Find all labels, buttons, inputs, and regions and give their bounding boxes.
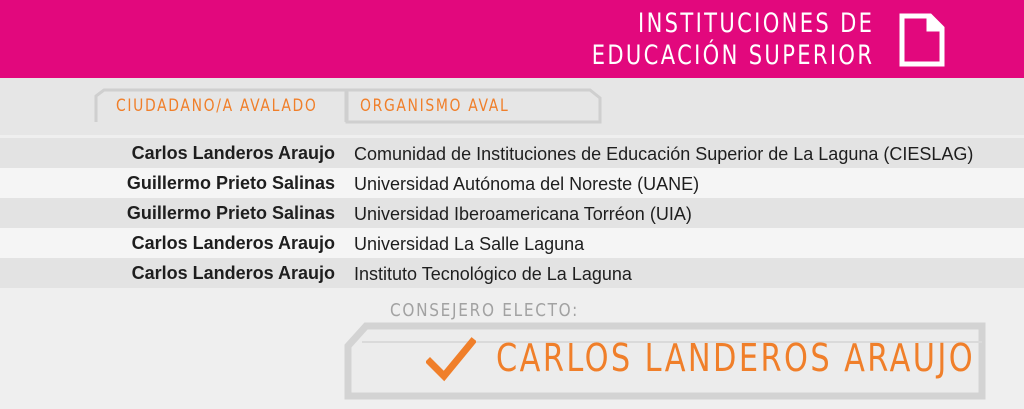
table-row: Guillermo Prieto Salinas Universidad Ibe… bbox=[0, 198, 1024, 228]
column-header-person-label: CIUDADANO/A AVALADO bbox=[116, 96, 318, 116]
elected-name: CARLOS LANDEROS ARAUJO bbox=[496, 336, 976, 380]
header-banner: INSTITUCIONES DE EDUCACIÓN SUPERIOR bbox=[0, 0, 1024, 78]
column-header-person: CIUDADANO/A AVALADO bbox=[94, 88, 350, 124]
row-organization: Universidad La Salle Laguna bbox=[354, 234, 585, 254]
table-row: Guillermo Prieto Salinas Universidad Aut… bbox=[0, 168, 1024, 198]
elected-result-box: CARLOS LANDEROS ARAUJO bbox=[344, 322, 1014, 400]
table-row: Carlos Landeros Araujo Comunidad de Inst… bbox=[0, 138, 1024, 168]
row-organization: Universidad Autónoma del Noreste (UANE) bbox=[354, 174, 700, 194]
row-organization: Universidad Iberoamericana Torréon (UIA) bbox=[354, 204, 692, 224]
document-icon bbox=[899, 13, 945, 67]
row-organization: Comunidad de Instituciones de Educación … bbox=[354, 144, 974, 164]
elected-label: CONSEJERO ELECTO: bbox=[390, 300, 579, 321]
table-row: Carlos Landeros Araujo Instituto Tecnoló… bbox=[0, 258, 1024, 288]
row-person: Guillermo Prieto Salinas bbox=[126, 173, 335, 193]
row-person: Guillermo Prieto Salinas bbox=[126, 203, 335, 223]
row-person: Carlos Landeros Araujo bbox=[131, 233, 335, 253]
row-organization: Instituto Tecnológico de La Laguna bbox=[354, 264, 632, 284]
column-header-org: ORGANISMO AVAL bbox=[344, 88, 602, 124]
row-person: Carlos Landeros Araujo bbox=[131, 263, 335, 283]
column-header-org-label: ORGANISMO AVAL bbox=[360, 96, 510, 116]
page-title-line-1: INSTITUCIONES DE bbox=[637, 8, 874, 39]
checkmark-icon bbox=[426, 337, 476, 382]
table-row: Carlos Landeros Araujo Universidad La Sa… bbox=[0, 228, 1024, 258]
row-person: Carlos Landeros Araujo bbox=[131, 143, 335, 163]
page-title-line-2: EDUCACIÓN SUPERIOR bbox=[591, 40, 874, 71]
page-title: INSTITUCIONES DE EDUCACIÓN SUPERIOR bbox=[591, 8, 874, 72]
